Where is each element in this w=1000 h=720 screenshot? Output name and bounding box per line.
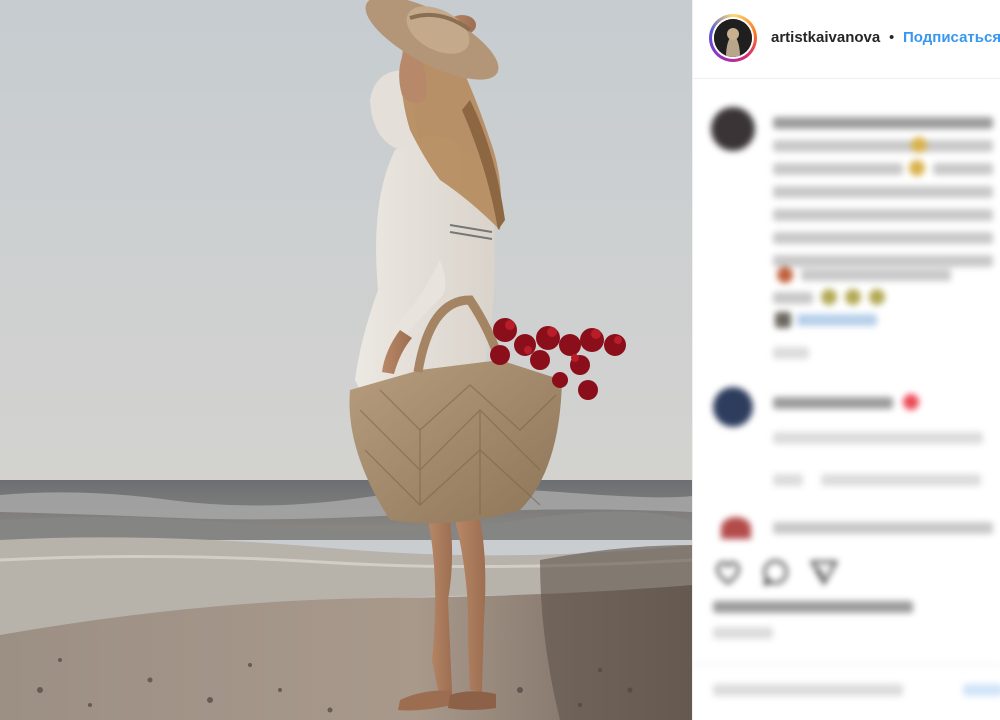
commenter-avatar: [721, 517, 751, 539]
header-separator: •: [889, 29, 895, 46]
emoji-icon: [777, 267, 793, 283]
emoji-icon: [909, 160, 925, 176]
emoji-icon: [821, 289, 837, 305]
share-icon[interactable]: [809, 557, 839, 587]
commenter-avatar: [713, 387, 753, 427]
author-username[interactable]: artistkaivanova: [771, 29, 880, 46]
post-photo[interactable]: [0, 0, 692, 720]
comment-bubble-icon[interactable]: [761, 557, 791, 587]
post-header: artistkaivanova • Подписаться: [693, 0, 1000, 79]
emoji-icon: [911, 137, 927, 153]
like-heart-icon[interactable]: [713, 557, 743, 587]
blurred-comments-area: [693, 79, 1000, 720]
caption-avatar: [711, 107, 755, 151]
follow-button[interactable]: Подписаться: [903, 29, 1000, 46]
author-avatar[interactable]: [709, 14, 757, 62]
emoji-icon: [775, 312, 791, 328]
beach-photo-image: [0, 0, 692, 720]
emoji-icon: [869, 289, 885, 305]
post-sidebar: artistkaivanova • Подписаться: [692, 0, 1000, 720]
avatar-image: [714, 19, 752, 57]
emoji-icon: [845, 289, 861, 305]
heart-emoji-icon: [903, 394, 919, 410]
